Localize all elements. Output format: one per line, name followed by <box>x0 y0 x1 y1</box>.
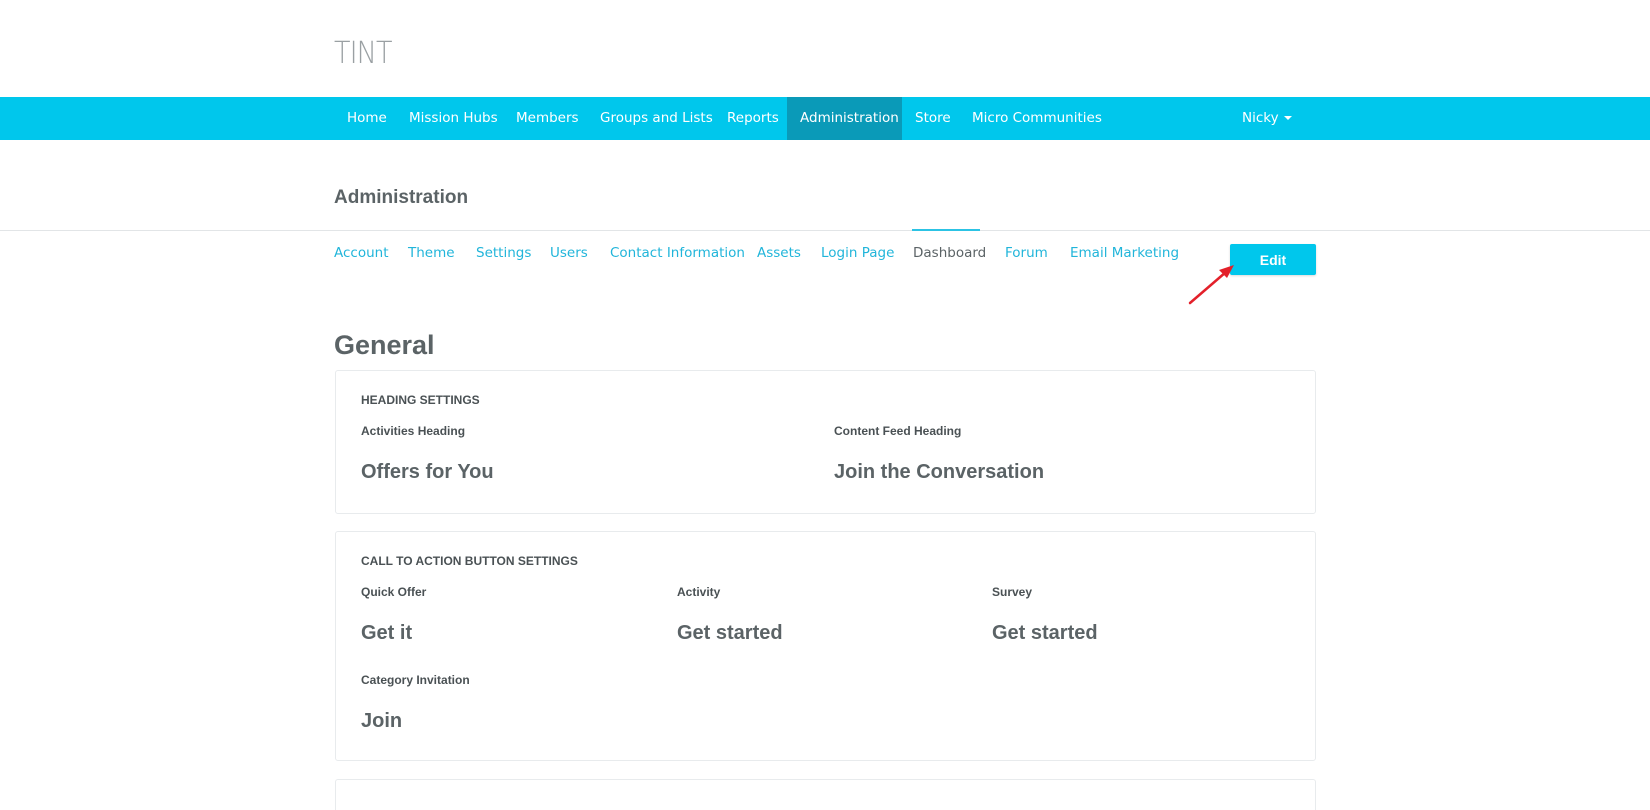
cta-button-settings-card: CALL TO ACTION BUTTON SETTINGS Quick Off… <box>335 531 1316 761</box>
category-invitation-label: Category Invitation <box>361 673 470 687</box>
subnav-account[interactable]: Account <box>334 231 389 275</box>
subnav-theme[interactable]: Theme <box>408 231 455 275</box>
activities-heading-value: Offers for You <box>361 461 494 483</box>
quick-offer-value: Get it <box>361 622 413 644</box>
activities-heading-label: Activities Heading <box>361 424 466 438</box>
tint-logo[interactable]: TINT <box>334 36 392 71</box>
content-feed-heading-label: Content Feed Heading <box>834 424 962 438</box>
cta-settings-heading: CALL TO ACTION BUTTON SETTINGS <box>361 554 578 568</box>
activity-value: Get started <box>677 622 783 644</box>
heading-settings-heading: HEADING SETTINGS <box>361 393 480 407</box>
user-menu-dropdown[interactable]: Nicky <box>1229 97 1305 140</box>
nav-reports[interactable]: Reports <box>714 97 792 140</box>
nav-home[interactable]: Home <box>334 97 400 140</box>
nav-micro-communities[interactable]: Micro Communities <box>959 97 1115 140</box>
heading-settings-card: HEADING SETTINGS Activities Heading Offe… <box>335 370 1316 514</box>
top-navigation-bar: Home Mission Hubs Members Groups and Lis… <box>0 97 1650 140</box>
category-invitation-value: Join <box>361 710 403 732</box>
annotation-arrow-icon <box>1188 265 1234 305</box>
next-settings-card <box>335 779 1316 810</box>
subnav-contact-information[interactable]: Contact Information <box>610 231 745 275</box>
nav-administration[interactable]: Administration <box>787 97 902 140</box>
edit-button[interactable]: Edit <box>1230 244 1316 275</box>
quick-offer-label: Quick Offer <box>361 585 427 599</box>
content-feed-heading-value: Join the Conversation <box>834 461 1045 483</box>
nav-members[interactable]: Members <box>503 97 592 140</box>
user-name: Nicky <box>1242 110 1279 126</box>
survey-value: Get started <box>992 622 1098 644</box>
page-title: Administration <box>334 187 469 208</box>
activity-label: Activity <box>677 585 721 599</box>
subnav-login-page[interactable]: Login Page <box>821 231 894 275</box>
subnav-settings[interactable]: Settings <box>476 231 531 275</box>
subnav-users[interactable]: Users <box>550 231 588 275</box>
survey-label: Survey <box>992 585 1033 599</box>
subnav-dashboard[interactable]: Dashboard <box>913 231 986 275</box>
nav-mission-hubs[interactable]: Mission Hubs <box>396 97 511 140</box>
nav-groups-and-lists[interactable]: Groups and Lists <box>587 97 726 140</box>
nav-store[interactable]: Store <box>902 97 964 140</box>
subnav-email-marketing[interactable]: Email Marketing <box>1070 231 1179 275</box>
subnav-assets[interactable]: Assets <box>757 231 801 275</box>
general-section-title: General <box>334 330 435 360</box>
caret-down-icon <box>1283 116 1292 120</box>
subnav-forum[interactable]: Forum <box>1005 231 1048 275</box>
